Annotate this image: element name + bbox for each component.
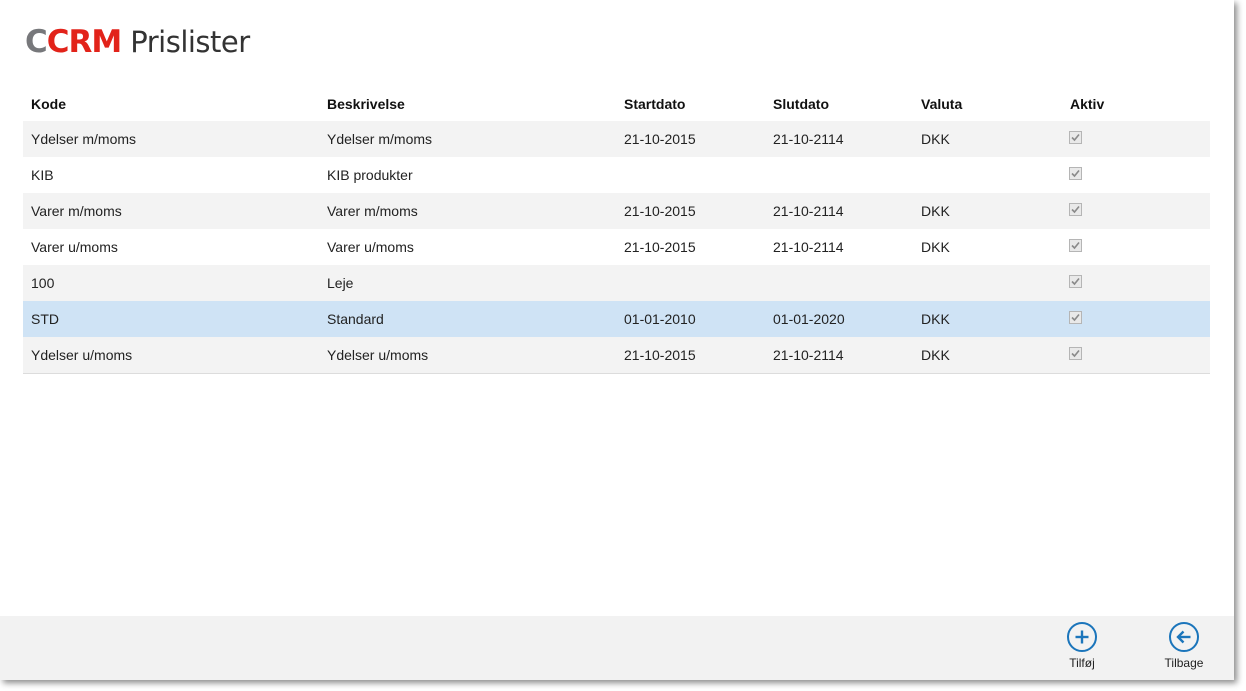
table-row[interactable]: Ydelser u/moms Ydelser u/moms 21-10-2015 21… [23,337,1210,374]
cell-beskrivelse: Varer u/moms [327,239,414,255]
cell-startdato: 21-10-2015 [624,347,696,363]
cell-beskrivelse: Standard [327,311,384,327]
table-row[interactable]: Ydelser m/moms Ydelser m/moms 21-10-2015 21… [23,121,1210,157]
aktiv-checkbox[interactable] [1069,203,1082,216]
table-row[interactable]: KIB KIB produkter [23,157,1210,193]
add-button[interactable]: Tilføj [1047,622,1117,670]
page-title: Prislister [130,25,250,59]
aktiv-checkbox[interactable] [1069,347,1082,360]
cell-kode: Ydelser m/moms [31,131,137,147]
pricelist-table: Kode Beskrivelse Startdato Slutdato Valu… [23,86,1210,374]
cell-aktiv [1062,347,1210,363]
logo-crm: CRM [46,24,122,60]
plus-circle-icon [1067,622,1097,652]
cell-kode: 100 [31,275,55,291]
back-button[interactable]: Tilbage [1149,622,1219,670]
cell-beskrivelse: Ydelser u/moms [327,347,429,363]
aktiv-checkbox[interactable] [1069,275,1082,288]
cell-beskrivelse: Varer m/moms [327,203,418,219]
back-arrow-circle-icon [1169,622,1199,652]
aktiv-checkbox[interactable] [1069,167,1082,180]
cell-startdato: 21-10-2015 [624,203,696,219]
cell-slutdato: 21-10-2114 [773,239,844,255]
cell-aktiv [1062,131,1210,147]
cell-startdato: 21-10-2015 [624,239,696,255]
page-header: C CRM Prislister [25,22,250,62]
cell-aktiv [1062,311,1210,327]
cell-aktiv [1062,203,1210,219]
cell-valuta: DKK [921,239,950,255]
cell-valuta: DKK [921,203,950,219]
column-header-beskrivelse[interactable]: Beskrivelse [319,96,616,112]
cell-kode: Ydelser u/moms [31,347,133,363]
cell-beskrivelse: Ydelser m/moms [327,131,433,147]
table-header: Kode Beskrivelse Startdato Slutdato Valu… [23,86,1210,121]
cell-valuta: DKK [921,311,950,327]
cell-aktiv [1062,239,1210,255]
cell-slutdato: 21-10-2114 [773,203,844,219]
cell-slutdato: 21-10-2114 [773,131,844,147]
cell-beskrivelse: Leje [327,275,354,291]
column-header-valuta[interactable]: Valuta [913,96,1062,112]
aktiv-checkbox[interactable] [1069,239,1082,252]
app-window: C CRM Prislister Kode Beskrivelse Startda… [0,0,1234,680]
table-row[interactable]: Varer u/moms Varer u/moms 21-10-2015 21-10-… [23,229,1210,265]
cell-valuta: DKK [921,347,950,363]
column-header-aktiv[interactable]: Aktiv [1062,96,1210,112]
aktiv-checkbox[interactable] [1069,131,1082,144]
cell-beskrivelse: KIB produkter [327,167,413,183]
cell-kode: STD [31,311,59,327]
add-button-label: Tilføj [1069,656,1095,670]
table-row[interactable]: Varer m/moms Varer m/moms 21-10-2015 21-10-… [23,193,1210,229]
cell-kode: Varer u/moms [31,239,118,255]
cell-startdato: 01-01-2010 [624,311,696,327]
app-bar: Tilføj Tilbage [0,616,1234,680]
cell-kode: Varer m/moms [31,203,122,219]
column-header-startdato[interactable]: Startdato [616,96,765,112]
aktiv-checkbox[interactable] [1069,311,1082,324]
cell-slutdato: 21-10-2114 [773,347,844,363]
ccrm-logo: C CRM [25,24,122,60]
logo-c: C [25,24,48,60]
column-header-slutdato[interactable]: Slutdato [765,96,913,112]
cell-valuta: DKK [921,131,950,147]
table-row[interactable]: STD Standard 01-01-2010 01-01-2020 DKK [23,301,1210,337]
cell-aktiv [1062,167,1210,183]
cell-kode: KIB [31,167,54,183]
cell-slutdato: 01-01-2020 [773,311,845,327]
table-row[interactable]: 100 Leje [23,265,1210,301]
table-body: Ydelser m/moms Ydelser m/moms 21-10-2015 21… [23,121,1210,374]
cell-startdato: 21-10-2015 [624,131,696,147]
column-header-kode[interactable]: Kode [23,96,319,112]
back-button-label: Tilbage [1164,656,1204,670]
cell-aktiv [1062,275,1210,291]
